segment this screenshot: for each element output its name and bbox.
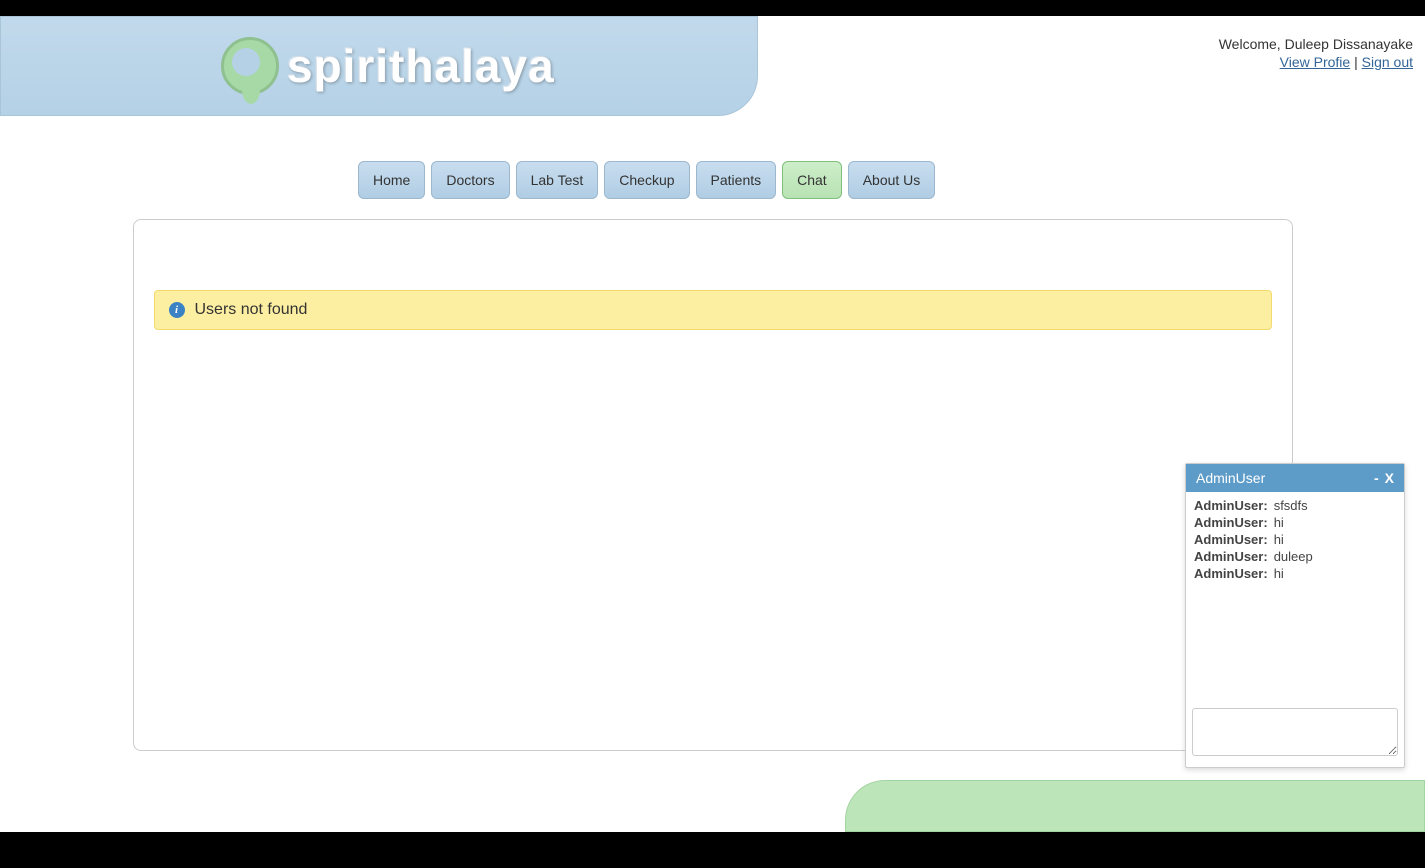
chat-sender: AdminUser: <box>1194 515 1268 530</box>
link-separator: | <box>1350 54 1361 70</box>
view-profile-link[interactable]: View Profie <box>1280 54 1351 70</box>
welcome-prefix: Welcome, <box>1219 36 1285 52</box>
nav-lab-test[interactable]: Lab Test <box>516 161 599 199</box>
brand-logo-icon <box>221 37 279 95</box>
nav-checkup[interactable]: Checkup <box>604 161 689 199</box>
nav-chat[interactable]: Chat <box>782 161 842 199</box>
welcome-text: Welcome, Duleep Dissanayake <box>1219 36 1413 52</box>
nav-about-us[interactable]: About Us <box>848 161 936 199</box>
chat-minimize-button[interactable]: - <box>1374 470 1379 486</box>
user-panel: Welcome, Duleep Dissanayake View Profie … <box>1219 36 1413 70</box>
top-browser-bar <box>0 0 1425 16</box>
bottom-browser-bar <box>0 832 1425 868</box>
nav-home[interactable]: Home <box>358 161 425 199</box>
alert-message: Users not found <box>195 301 308 319</box>
chat-widget: AdminUser - X AdminUser: sfsdfs AdminUse… <box>1185 463 1405 768</box>
chat-text: hi <box>1274 515 1284 530</box>
user-name: Duleep Dissanayake <box>1285 36 1413 52</box>
main-content-panel: i Users not found <box>133 219 1293 751</box>
chat-input[interactable] <box>1192 708 1398 756</box>
nav-patients[interactable]: Patients <box>696 161 777 199</box>
chat-text: duleep <box>1274 549 1313 564</box>
chat-message: AdminUser: duleep <box>1194 549 1396 564</box>
nav-doctors[interactable]: Doctors <box>431 161 509 199</box>
chat-title: AdminUser <box>1196 470 1265 486</box>
header: spirithalaya Welcome, Duleep Dissanayake… <box>0 16 1425 146</box>
brand-name: spirithalaya <box>287 39 555 93</box>
chat-input-area <box>1186 702 1404 767</box>
main-nav: Home Doctors Lab Test Checkup Patients C… <box>0 161 1425 199</box>
chat-messages: AdminUser: sfsdfs AdminUser: hi AdminUse… <box>1186 492 1404 702</box>
chat-message: AdminUser: hi <box>1194 515 1396 530</box>
chat-message: AdminUser: hi <box>1194 566 1396 581</box>
chat-message: AdminUser: hi <box>1194 532 1396 547</box>
chat-sender: AdminUser: <box>1194 566 1268 581</box>
sign-out-link[interactable]: Sign out <box>1362 54 1413 70</box>
chat-message: AdminUser: sfsdfs <box>1194 498 1396 513</box>
chat-text: sfsdfs <box>1274 498 1308 513</box>
footer-decoration <box>845 780 1425 832</box>
logo-banner: spirithalaya <box>0 16 758 116</box>
info-icon: i <box>169 302 185 318</box>
alert-info: i Users not found <box>154 290 1272 330</box>
chat-text: hi <box>1274 532 1284 547</box>
chat-sender: AdminUser: <box>1194 532 1268 547</box>
chat-sender: AdminUser: <box>1194 498 1268 513</box>
chat-text: hi <box>1274 566 1284 581</box>
chat-sender: AdminUser: <box>1194 549 1268 564</box>
chat-close-button[interactable]: X <box>1385 470 1394 486</box>
chat-header[interactable]: AdminUser - X <box>1186 464 1404 492</box>
